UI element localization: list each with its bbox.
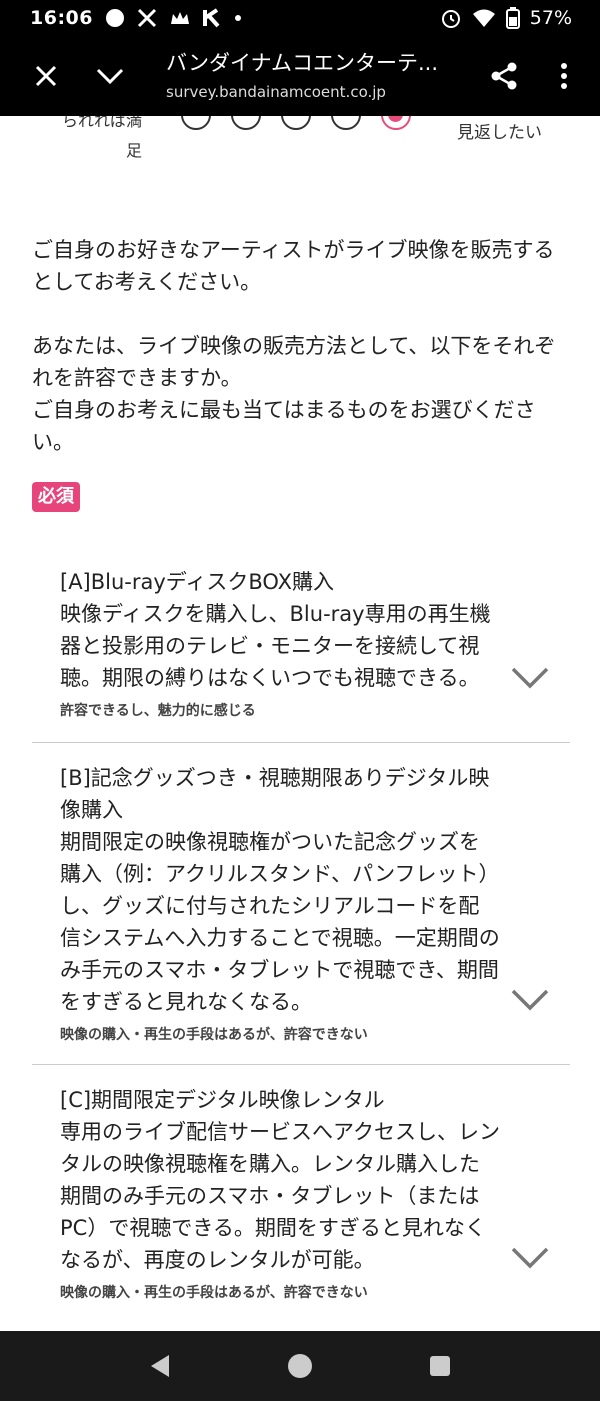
more-vert-icon (561, 63, 567, 89)
battery-percent: 57% (529, 7, 572, 29)
page-url: survey.bandainamcoent.co.jp (166, 83, 386, 101)
notification-dot-icon (105, 8, 125, 28)
home-button[interactable] (270, 1336, 330, 1396)
rating-radio-2[interactable] (231, 116, 261, 130)
browser-toolbar: バンダイナムコエンターテ... survey.bandainamcoent.co… (0, 36, 600, 116)
rating-radio-4[interactable] (331, 116, 361, 130)
more-options-button[interactable] (534, 36, 594, 116)
item-c-title: [C]期間限定デジタル映像レンタル (60, 1088, 385, 1112)
question-text: ご自身のお好きなアーティストがライブ映像を販売するとしてお考えください。 あなた… (32, 234, 562, 458)
question-para-1: ご自身のお好きなアーティストがライブ映像を販売するとしてお考えください。 (32, 238, 555, 294)
question-item-b[interactable]: [B]記念グッズつき・視聴期限ありデジタル映像購入 期間限定の映像視聴権がついた… (32, 762, 570, 1044)
recents-square-icon (430, 1356, 450, 1376)
page-content: られれば満 足 見返したい ご自身のお好きなアーティストがライブ映像を販売すると… (0, 116, 600, 1331)
rating-radio-1[interactable] (181, 116, 211, 130)
share-icon (491, 62, 517, 90)
status-bar: 16:06 57% (0, 0, 600, 36)
scale-right-label: 見返したい (457, 123, 542, 143)
alarm-icon (440, 7, 462, 29)
close-icon (35, 65, 57, 87)
item-b-title: [B]記念グッズつき・視聴期限ありデジタル映像購入 (60, 766, 490, 822)
wifi-icon (472, 8, 496, 28)
system-nav-bar (0, 1331, 600, 1401)
item-b-selected-answer: 映像の購入・再生の手段はあるが、許容できない (60, 1027, 368, 1043)
required-badge: 必須 (32, 482, 80, 512)
page-title-block[interactable]: バンダイナムコエンターテ... survey.bandainamcoent.co… (142, 49, 474, 103)
back-button[interactable] (130, 1336, 190, 1396)
scale-left-label: られれば満 足 (61, 116, 142, 160)
page-title: バンダイナムコエンターテ... (166, 51, 439, 75)
question-para-2-line-2: ご自身のお考えに最も当てはまるものをお選びください。 (32, 398, 536, 454)
question-item-c[interactable]: [C]期間限定デジタル映像レンタル 専用のライブ配信サービスへアクセスし、レンタ… (32, 1084, 570, 1302)
rating-scale-row: られれば満 足 見返したい (0, 116, 600, 176)
question-para-2-line-1: あなたは、ライブ映像の販売方法として、以下をそれぞれを許容できますか。 (32, 334, 556, 390)
item-b-description: 期間限定の映像視聴権がついた記念グッズを購入（例：アクリルスタンド、パンフレット… (60, 830, 500, 1014)
item-a-title: [A]Blu-rayディスクBOX購入 (60, 570, 334, 594)
rating-radio-5-selected[interactable] (381, 116, 411, 130)
status-time: 16:06 (30, 7, 93, 29)
item-a-selected-answer: 許容できるし、魅力的に感じる (60, 703, 256, 719)
item-c-selected-answer: 映像の購入・再生の手段はあるが、許容できない (60, 1285, 368, 1301)
recents-button[interactable] (410, 1336, 470, 1396)
k-app-icon (202, 8, 221, 28)
divider (32, 1064, 570, 1065)
crown-icon (169, 9, 191, 27)
chevron-down-icon[interactable] (510, 666, 550, 690)
minimize-button[interactable] (78, 36, 142, 116)
share-button[interactable] (474, 36, 534, 116)
chevron-down-icon[interactable] (510, 988, 550, 1012)
divider (32, 742, 570, 743)
back-triangle-icon (151, 1355, 169, 1377)
more-notifications-dot-icon (233, 13, 243, 23)
close-tab-button[interactable] (14, 36, 78, 116)
chevron-down-icon (96, 68, 124, 85)
chevron-down-icon[interactable] (510, 1246, 550, 1270)
item-c-description: 専用のライブ配信サービスへアクセスし、レンタルの映像視聴権を購入。レンタル購入し… (60, 1120, 500, 1272)
x-app-icon (137, 8, 157, 28)
item-a-description: 映像ディスクを購入し、Blu-ray専用の再生機器と投影用のテレビ・モニターを接… (60, 602, 491, 690)
question-item-a[interactable]: [A]Blu-rayディスクBOX購入 映像ディスクを購入し、Blu-ray専用… (32, 566, 570, 720)
battery-icon (505, 7, 520, 29)
rating-radio-3[interactable] (281, 116, 311, 130)
home-circle-icon (288, 1354, 312, 1378)
